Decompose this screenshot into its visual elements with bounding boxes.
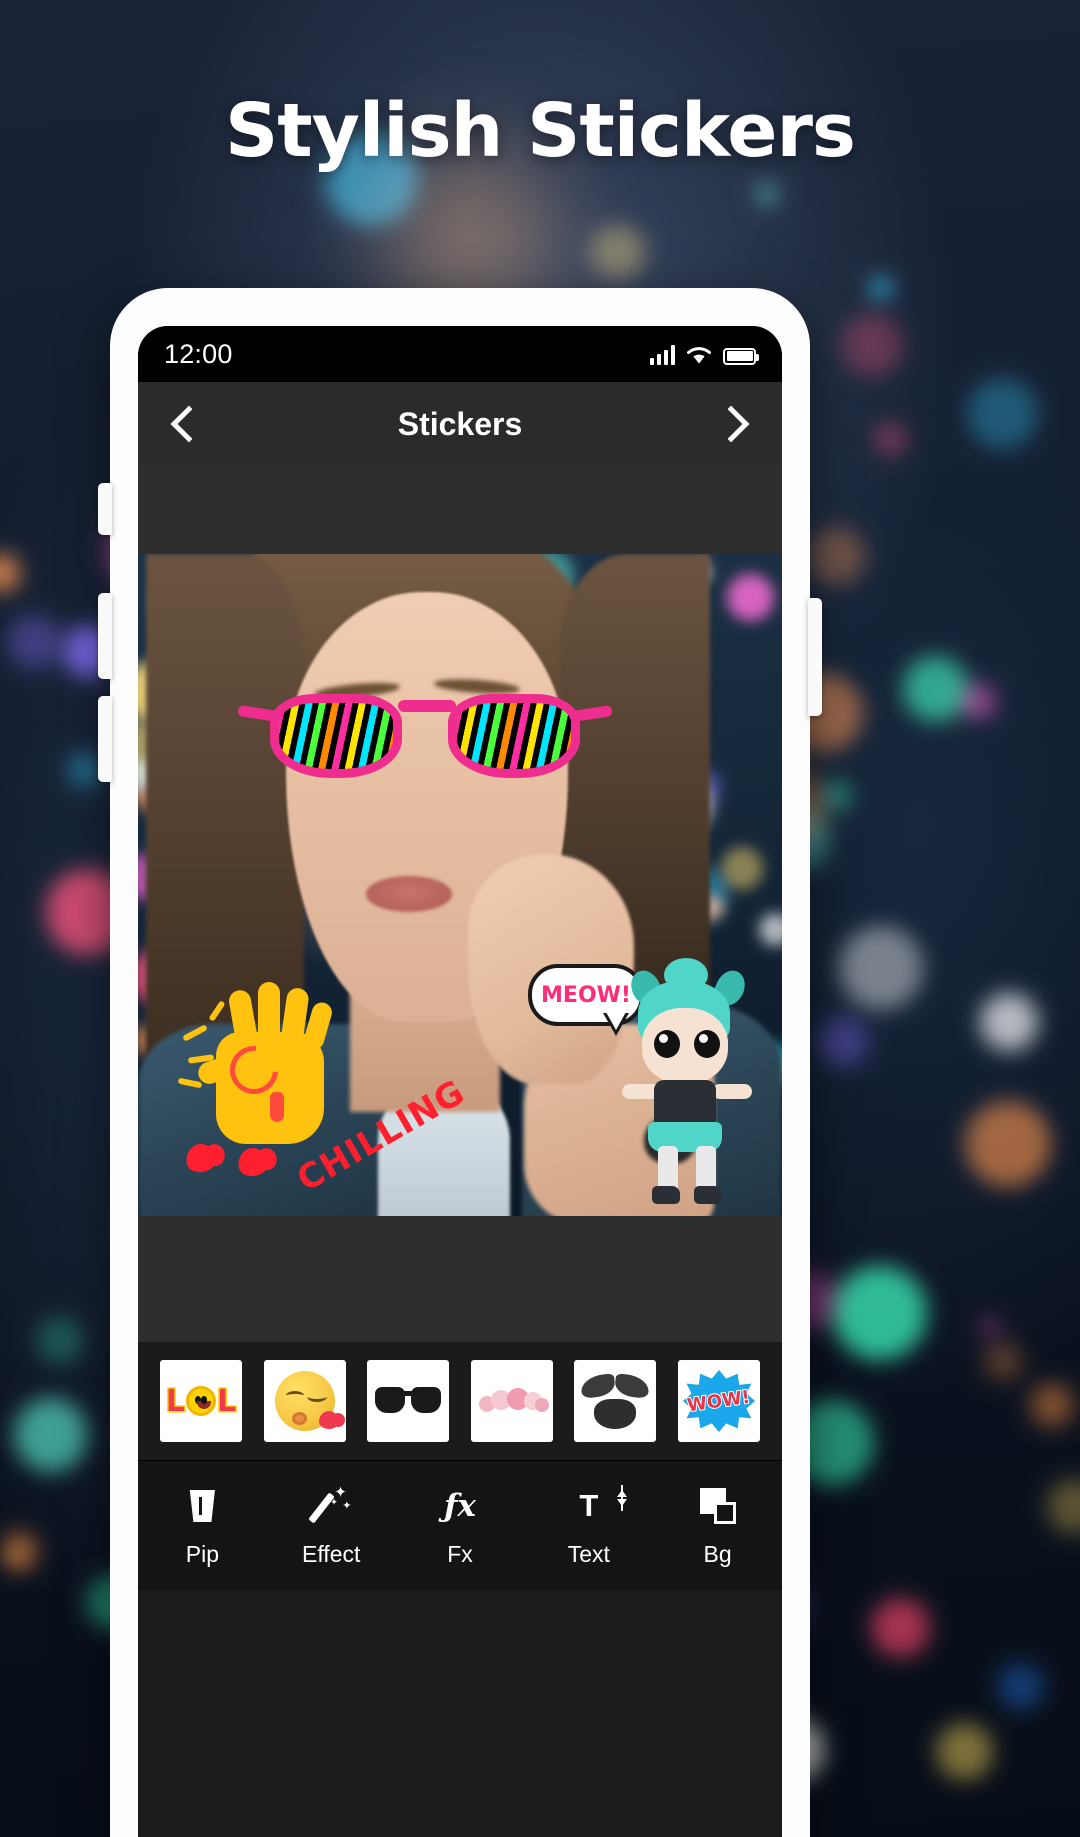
- lol-emoji-o: [186, 1386, 216, 1416]
- toolbar-item-text[interactable]: T Text: [534, 1483, 644, 1568]
- kiss-emoji-sticker: [274, 1371, 345, 1431]
- toolbar-item-effect[interactable]: ✦ ✦ ✦ Effect: [276, 1483, 386, 1568]
- navigation-bar: Stickers: [138, 382, 782, 466]
- background-icon: [695, 1483, 741, 1529]
- fx-icon: ƒx: [437, 1483, 483, 1529]
- phone-volume-up-button: [98, 593, 112, 679]
- phone-mockup: 12:00 Stickers CHILLING MEOW! L L WOW! P…: [98, 288, 822, 1837]
- status-bar: 12:00: [138, 326, 782, 382]
- emoji-eye-wink: [306, 1391, 327, 1402]
- toolbar-label-text: Text: [567, 1541, 610, 1567]
- next-button[interactable]: [718, 407, 752, 441]
- battery-icon: [723, 347, 759, 365]
- doll-shoe: [652, 1186, 680, 1204]
- doll-eye: [694, 1030, 720, 1058]
- flower-crown-sticker: [477, 1386, 549, 1416]
- lens-left: [375, 1387, 406, 1413]
- phone-power-button: [808, 598, 822, 716]
- status-time: 12:00: [164, 338, 233, 369]
- wifi-icon: [687, 346, 711, 363]
- sticker-thumb-lol[interactable]: L L: [160, 1360, 242, 1442]
- meow-doll-sticker[interactable]: MEOW!: [528, 958, 772, 1214]
- magic-wand-icon: ✦ ✦ ✦: [308, 1483, 354, 1529]
- text-glyph: T: [579, 1488, 599, 1523]
- photo-canvas[interactable]: CHILLING MEOW!: [138, 554, 782, 1216]
- meow-speech-bubble: MEOW!: [528, 964, 644, 1036]
- phone-mute-switch: [98, 483, 112, 535]
- toolbar-item-pip[interactable]: Pip: [147, 1483, 257, 1568]
- beard: [594, 1399, 637, 1429]
- toolbar-label-effect: Effect: [301, 1541, 361, 1567]
- lol-letter-1: L: [164, 1382, 186, 1420]
- mustache-sticker: [580, 1373, 651, 1429]
- sunglasses-lens-right: [448, 694, 580, 778]
- wow-sticker: WOW!: [682, 1370, 755, 1432]
- doll-arm: [712, 1084, 752, 1099]
- sticker-thumb-flower-crown[interactable]: [470, 1360, 553, 1442]
- fx-glyph: ƒx: [444, 1488, 476, 1524]
- toolbar-item-bg[interactable]: Bg: [663, 1483, 773, 1568]
- hand-tongue: [270, 1092, 284, 1122]
- hand-palm: [216, 1032, 324, 1144]
- toolbar-label-fx: Fx: [447, 1541, 473, 1567]
- doll-eye: [654, 1030, 680, 1058]
- doll-shoe: [694, 1186, 722, 1204]
- rainbow-sunglasses: [237, 682, 613, 798]
- mustache-left: [580, 1373, 617, 1399]
- lol-letter-2: L: [215, 1382, 237, 1420]
- flower: [534, 1398, 549, 1412]
- promo-headline: Stylish Stickers: [225, 88, 856, 174]
- emoji-eye-closed: [285, 1391, 304, 1400]
- resize-arrow-icon: [616, 1485, 627, 1511]
- photo-lips: [366, 876, 452, 912]
- toolbar-label-bg: Bg: [703, 1541, 732, 1567]
- chilling-hand-sticker[interactable]: CHILLING: [176, 982, 472, 1200]
- editor-top-spacer: [138, 466, 782, 554]
- status-icons: [649, 344, 759, 365]
- sticker-thumb-sunglasses[interactable]: [367, 1360, 450, 1442]
- heart-icon: [183, 1141, 219, 1175]
- toolbar-item-fx[interactable]: ƒx Fx: [405, 1483, 515, 1568]
- chevron-left-icon: [168, 407, 202, 441]
- sun-ray: [208, 1000, 226, 1022]
- toolbar-label-pip: Pip: [185, 1541, 220, 1567]
- mustache-right: [614, 1373, 651, 1399]
- sticker-thumb-wow[interactable]: WOW!: [677, 1360, 760, 1442]
- cup-icon: [179, 1483, 225, 1529]
- sticker-strip[interactable]: L L WOW!: [138, 1342, 782, 1460]
- lol-sticker: L L: [164, 1382, 237, 1420]
- sunglasses-sticker: [375, 1387, 442, 1415]
- emoji-mouth: [291, 1412, 307, 1425]
- phone-screen: 12:00 Stickers CHILLING MEOW! L L WOW! P…: [138, 326, 782, 1837]
- text-size-icon: T: [566, 1483, 627, 1529]
- lens-right: [411, 1387, 442, 1413]
- signal-icon: [649, 344, 675, 365]
- sticker-thumb-mustache[interactable]: [574, 1360, 657, 1442]
- sunglasses-lens-left: [270, 694, 402, 778]
- editor-toolbar: Pip ✦ ✦ ✦ Effect ƒx Fx T Text Bg: [138, 1460, 782, 1590]
- meow-caption: MEOW!: [541, 982, 631, 1008]
- sun-ray: [177, 1077, 203, 1089]
- sunglasses-bridge: [398, 700, 456, 712]
- back-button[interactable]: [168, 407, 202, 441]
- heart-icon: [318, 1411, 345, 1429]
- editor-bottom-spacer: [138, 1216, 782, 1342]
- chevron-right-icon: [718, 407, 752, 441]
- phone-volume-down-button: [98, 696, 112, 782]
- heart-icon: [235, 1145, 271, 1179]
- sun-ray: [182, 1024, 208, 1042]
- sticker-thumb-kiss[interactable]: [263, 1360, 346, 1442]
- page-title: Stickers: [397, 405, 523, 442]
